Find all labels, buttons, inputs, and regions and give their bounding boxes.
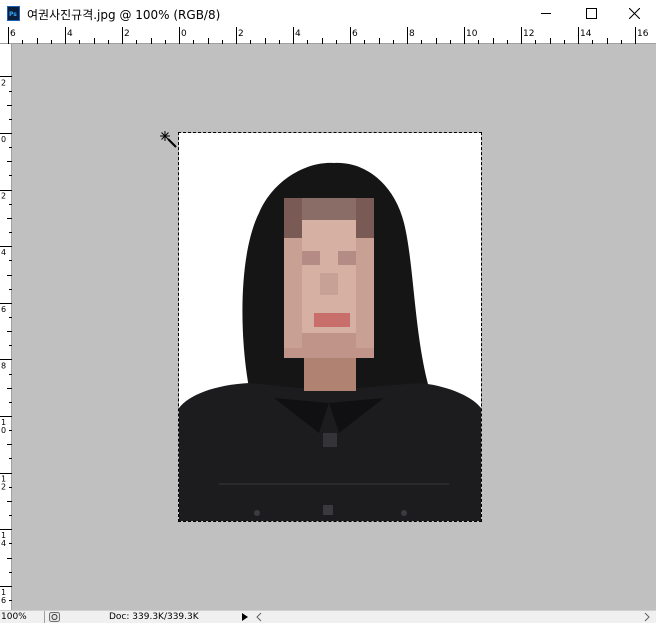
- ruler-label: 0: [181, 29, 187, 39]
- selection-marquee: [178, 132, 482, 522]
- status-info-icon[interactable]: [49, 612, 60, 622]
- document-title: 여권사진규격.jpg @ 100% (RGB/8): [27, 8, 221, 22]
- minimize-icon: [541, 13, 551, 14]
- ruler-label: 0: [1, 135, 6, 144]
- status-menu-arrow-icon[interactable]: [240, 612, 250, 622]
- close-button[interactable]: [612, 0, 656, 27]
- document-size-info: Doc: 339.3K/339.3K: [109, 612, 199, 622]
- scroll-right-icon[interactable]: [644, 612, 650, 622]
- photoshop-app-icon: Ps: [7, 6, 20, 21]
- ruler-label: 16: [637, 29, 649, 39]
- ruler-label: 4: [67, 29, 73, 39]
- status-bar: 100% Doc: 339.3K/339.3K: [0, 610, 656, 623]
- status-divider: [44, 611, 45, 623]
- ruler-label: 0: [1, 426, 6, 435]
- close-icon: [628, 8, 640, 19]
- ruler-label: 4: [1, 248, 6, 257]
- maximize-icon: [585, 8, 597, 19]
- ruler-label: 2: [238, 29, 244, 39]
- magic-wand-cursor-icon: [160, 131, 177, 148]
- ruler-label: 6: [352, 29, 358, 39]
- ruler-label: 6: [1, 305, 6, 314]
- ruler-label: 10: [466, 29, 478, 39]
- ruler-label: 6: [10, 29, 16, 39]
- horizontal-ruler[interactable]: 6 4 2 0 2 4 6 8 10 12 14 16: [0, 27, 656, 44]
- ruler-label: 6: [1, 596, 6, 605]
- ruler-label: 8: [409, 29, 415, 39]
- maximize-button[interactable]: [568, 0, 614, 27]
- ruler-label: 4: [1, 539, 6, 548]
- horizontal-scrollbar[interactable]: [254, 611, 656, 623]
- app-icon-text: Ps: [9, 11, 17, 18]
- scroll-left-icon[interactable]: [256, 612, 262, 622]
- ruler-label: 2: [1, 78, 6, 87]
- horizontal-ruler-ticks: 6 4 2 0 2 4 6 8 10 12 14 16: [8, 27, 649, 44]
- canvas-area[interactable]: [12, 44, 656, 610]
- ruler-label: 2: [1, 483, 6, 492]
- ruler-label: 2: [124, 29, 130, 39]
- ruler-label: 4: [295, 29, 301, 39]
- ruler-label: 8: [1, 361, 6, 370]
- ruler-label: 12: [523, 29, 534, 39]
- ruler-label: 2: [1, 192, 6, 201]
- ruler-label: 14: [580, 29, 592, 39]
- zoom-level-field[interactable]: 100%: [1, 611, 27, 623]
- title-bar[interactable]: Ps 여권사진규격.jpg @ 100% (RGB/8): [0, 0, 656, 27]
- minimize-button[interactable]: [523, 0, 569, 27]
- vertical-ruler-ticks: 20246810121416: [0, 76, 12, 605]
- vertical-ruler[interactable]: 20246810121416: [0, 44, 12, 610]
- scrollbar-track[interactable]: [254, 611, 656, 623]
